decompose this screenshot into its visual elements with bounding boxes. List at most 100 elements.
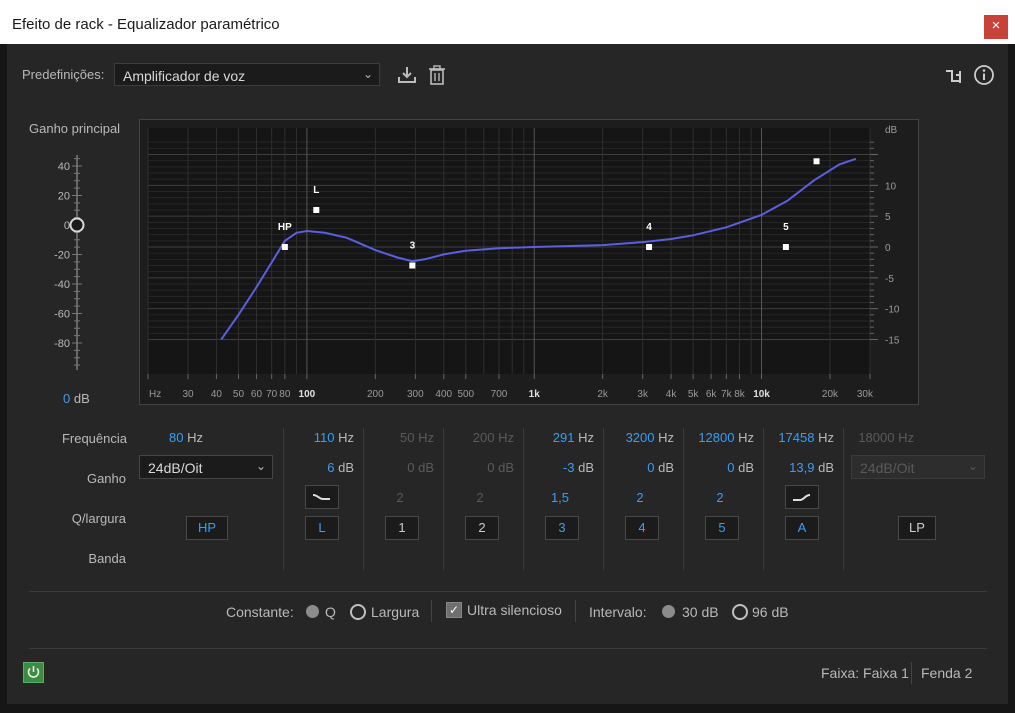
band-l-button[interactable]: L: [305, 516, 339, 540]
q-width-row-label: Q/largura: [71, 511, 126, 526]
band-marker[interactable]: [646, 244, 653, 250]
info-icon[interactable]: [973, 64, 995, 86]
gain-tick-label: 40: [58, 161, 70, 173]
frequency-tick-label: 2k: [597, 389, 609, 400]
frequency-tick-label: 500: [457, 389, 474, 400]
low-shelf-icon[interactable]: [305, 485, 339, 509]
presets-value: Amplificador de voz: [123, 68, 246, 84]
frequency-tick-label: 200: [367, 389, 384, 400]
band2-q[interactable]: 2: [460, 490, 500, 505]
band-1-button[interactable]: 1: [385, 516, 419, 540]
power-button[interactable]: [23, 662, 44, 683]
band-marker[interactable]: [281, 244, 288, 250]
frequency-tick-label: 50: [233, 389, 245, 400]
band4-gain[interactable]: 0 dB: [602, 460, 674, 475]
band-marker-label: HP: [278, 222, 292, 233]
frequency-tick-label: 30k: [857, 389, 874, 400]
gain-row-label: Ganho: [86, 471, 126, 486]
band-marker[interactable]: [813, 158, 820, 165]
gain-tick-labels: 40 20 0 -20 -40 -60 -80: [54, 161, 70, 350]
range-30db-radio[interactable]: [662, 605, 675, 618]
divider: [29, 648, 987, 649]
band3-gain[interactable]: -3 dB: [522, 460, 594, 475]
master-gain-thumb[interactable]: [69, 217, 85, 233]
band5-q[interactable]: 2: [700, 490, 740, 505]
frequency-row-label: Frequência: [61, 431, 127, 446]
right-edge: [1008, 44, 1015, 713]
high-shelf-icon[interactable]: [785, 485, 819, 509]
band-3-button[interactable]: 3: [545, 516, 579, 540]
l-gain[interactable]: 6 dB: [282, 460, 354, 475]
frequency-tick-label: 700: [491, 389, 508, 400]
band5-frequency[interactable]: 12800 Hz: [682, 430, 754, 445]
frequency-tick-label: 5k: [688, 389, 700, 400]
routing-icon[interactable]: [942, 65, 964, 87]
frequency-tick-label: 30: [182, 389, 194, 400]
db-tick-label: 10: [885, 181, 897, 192]
band-marker-label: 4: [646, 222, 652, 233]
constant-q-radio[interactable]: [306, 605, 319, 618]
chevron-down-icon: ⌄: [255, 459, 266, 473]
frequency-tick-label: 80: [279, 389, 291, 400]
constant-width-label: Largura: [371, 604, 420, 620]
hp-slope-value: 24dB/Oit: [148, 460, 203, 476]
chevron-down-icon: ⌄: [362, 67, 373, 81]
band4-q[interactable]: 2: [620, 490, 660, 505]
band-marker[interactable]: [782, 244, 789, 250]
constant-label: Constante:: [226, 604, 294, 620]
presets-dropdown[interactable]: Amplificador de voz ⌄: [114, 63, 380, 86]
band-hp-button[interactable]: HP: [186, 516, 228, 540]
band-lp-button[interactable]: LP: [898, 516, 936, 540]
frequency-tick-label: Hz: [149, 389, 161, 400]
range-96db-radio[interactable]: [732, 604, 748, 620]
master-gain-slider[interactable]: 40 20 0 -20 -40 -60 -80: [30, 150, 130, 380]
db-tick-label: -5: [885, 274, 894, 285]
presets-label: Predefinições:: [22, 67, 105, 82]
gain-tick-label: -40: [54, 279, 70, 291]
band4-frequency[interactable]: 3200 Hz: [602, 430, 674, 445]
band-marker[interactable]: [409, 262, 416, 269]
master-gain-label: Ganho principal: [29, 121, 121, 136]
db-tick-label: 0: [885, 243, 891, 254]
band5-gain[interactable]: 0 dB: [682, 460, 754, 475]
band-marker[interactable]: [313, 207, 320, 213]
band2-gain[interactable]: 0 dB: [442, 460, 514, 475]
band-4-button[interactable]: 4: [625, 516, 659, 540]
db-tick-label: -15: [885, 336, 900, 347]
frequency-tick-label: 7k: [721, 389, 733, 400]
a-frequency[interactable]: 17458 Hz: [762, 430, 834, 445]
db-axis-unit: dB: [885, 125, 898, 136]
hp-slope-dropdown[interactable]: 24dB/Oit ⌄: [139, 455, 273, 479]
track-label: Faixa: Faixa 1: [821, 665, 909, 681]
hp-frequency[interactable]: 80 Hz: [131, 430, 203, 445]
ultra-quiet-checkbox[interactable]: ✓: [446, 602, 462, 618]
band2-frequency[interactable]: 200 Hz: [442, 430, 514, 445]
gain-tick-label: 20: [58, 191, 70, 203]
frequency-tick-label: 4k: [666, 389, 678, 400]
frequency-tick-label: 100: [299, 389, 316, 400]
eq-graph-canvas: Hz 30 40 50 60 70 80 100 200 300 400 500 700 1k 2k 3k 4k…: [147, 125, 900, 400]
band-5-button[interactable]: 5: [705, 516, 739, 540]
l-frequency[interactable]: 110 Hz: [282, 430, 354, 445]
band1-q[interactable]: 2: [380, 490, 420, 505]
slot-label: Fenda 2: [921, 665, 973, 681]
band-row-label: Banda: [88, 551, 126, 566]
close-button[interactable]: ×: [984, 15, 1008, 39]
trash-icon[interactable]: [426, 64, 448, 86]
constant-width-radio[interactable]: [350, 604, 366, 620]
band-2-button[interactable]: 2: [465, 516, 499, 540]
band3-q[interactable]: 1,5: [540, 490, 580, 505]
save-preset-icon[interactable]: [396, 64, 418, 86]
band1-gain[interactable]: 0 dB: [362, 460, 434, 475]
lp-slope-dropdown[interactable]: 24dB/Oit ⌄: [851, 455, 985, 479]
lp-frequency[interactable]: 18000 Hz: [842, 430, 914, 445]
chevron-down-icon: ⌄: [967, 459, 978, 473]
master-gain-number: 0: [63, 391, 71, 406]
band1-frequency[interactable]: 50 Hz: [362, 430, 434, 445]
constant-q-label: Q: [325, 604, 336, 620]
band-a-button[interactable]: A: [785, 516, 819, 540]
eq-graph[interactable]: Hz 30 40 50 60 70 80 100 200 300 400 500 700 1k 2k 3k 4k…: [139, 119, 919, 405]
a-gain[interactable]: 13,9 dB: [762, 460, 834, 475]
band3-frequency[interactable]: 291 Hz: [522, 430, 594, 445]
window-title: Efeito de rack - Equalizador paramétrico: [12, 16, 280, 33]
